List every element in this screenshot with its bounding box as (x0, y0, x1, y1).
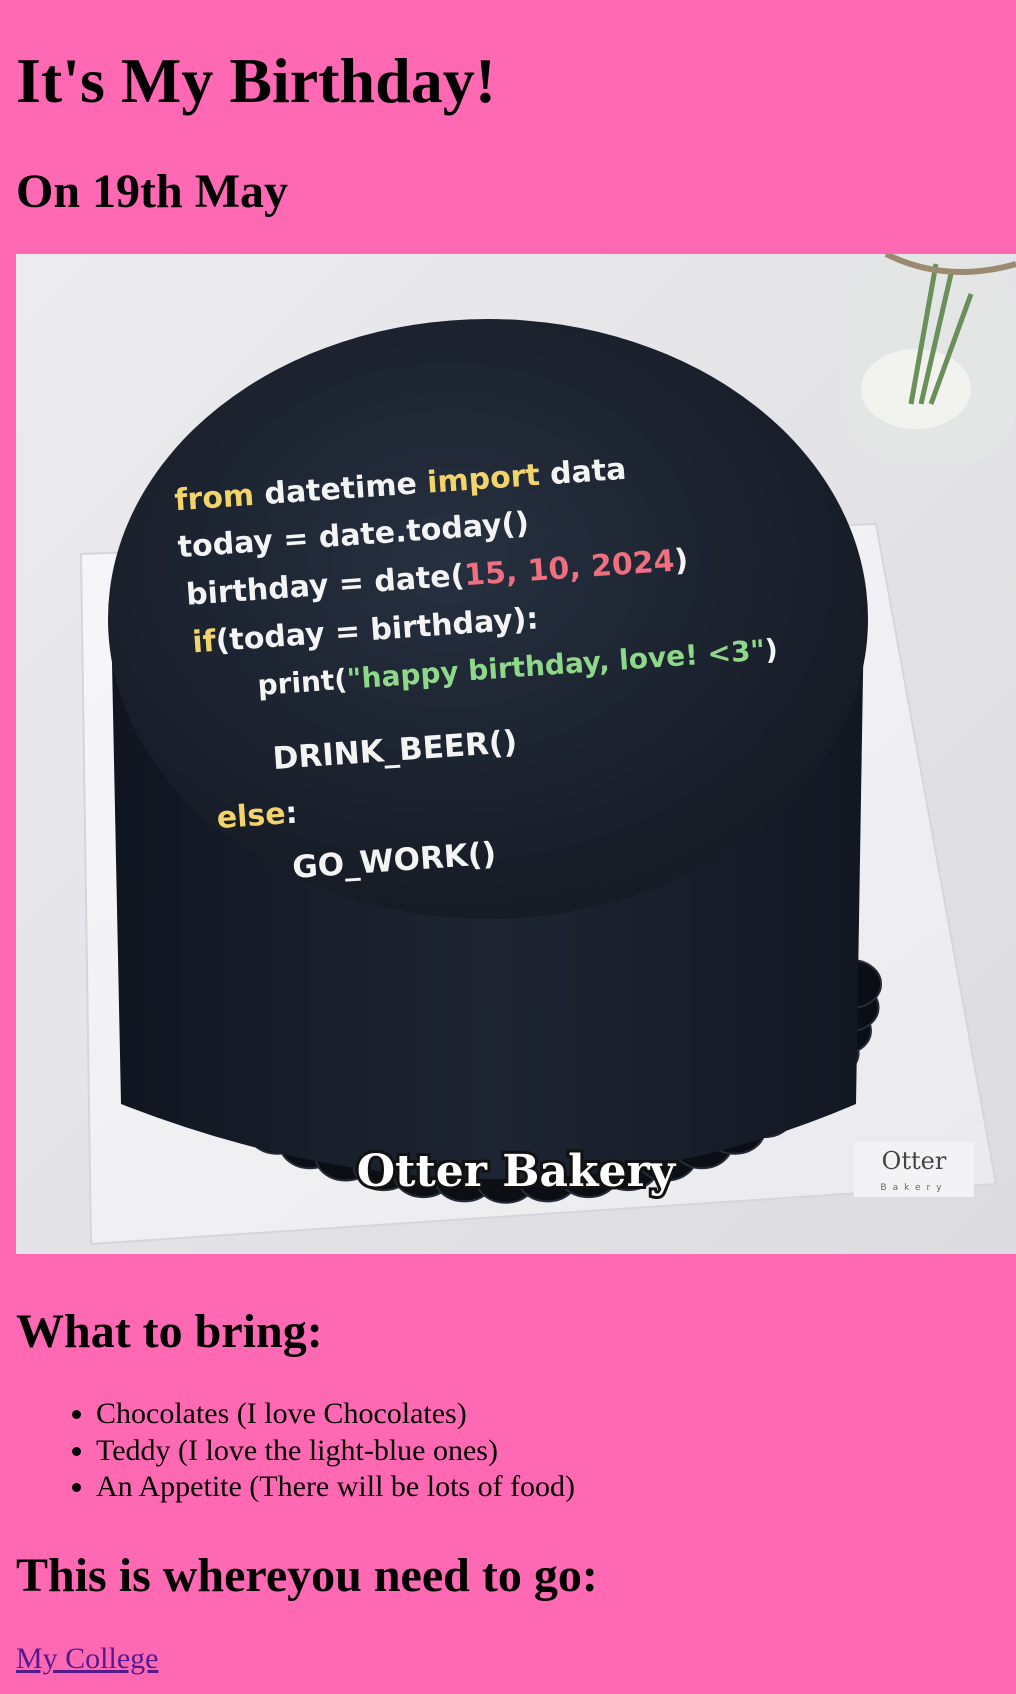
board-logo: Otter Bakery (854, 1142, 974, 1197)
code-token: ) (764, 633, 779, 667)
code-token: else (216, 796, 287, 836)
page-title: It's My Birthday! (16, 45, 496, 116)
code-line: else: (216, 796, 299, 837)
code-token: if (191, 624, 218, 661)
bring-list: Chocolates (I love Chocolates) Teddy (I … (16, 1396, 575, 1506)
bring-heading: What to bring: (16, 1305, 323, 1358)
list-item: Chocolates (I love Chocolates) (96, 1396, 575, 1433)
vase-icon (846, 254, 1016, 464)
code-token: data (538, 452, 627, 493)
college-link[interactable]: My College (16, 1641, 159, 1677)
directions-heading: This is whereyou need to go: (16, 1549, 598, 1602)
svg-text:Bakery: Bakery (880, 1183, 947, 1193)
cake-photo: from datetime import data today = date.to… (16, 254, 1016, 1254)
page-subtitle: On 19th May (16, 165, 289, 218)
svg-text:Otter: Otter (882, 1147, 947, 1175)
list-item: An Appetite (There will be lots of food) (96, 1469, 575, 1506)
code-token: print( (256, 663, 348, 702)
bakery-caption: Otter Bakery (357, 1146, 677, 1197)
code-token: : (284, 796, 298, 832)
code-token: ) (673, 543, 689, 579)
list-item: Teddy (I love the light-blue ones) (96, 1433, 575, 1470)
code-token: from (173, 478, 255, 518)
page: It's My Birthday! On 19th May (0, 0, 1016, 220)
